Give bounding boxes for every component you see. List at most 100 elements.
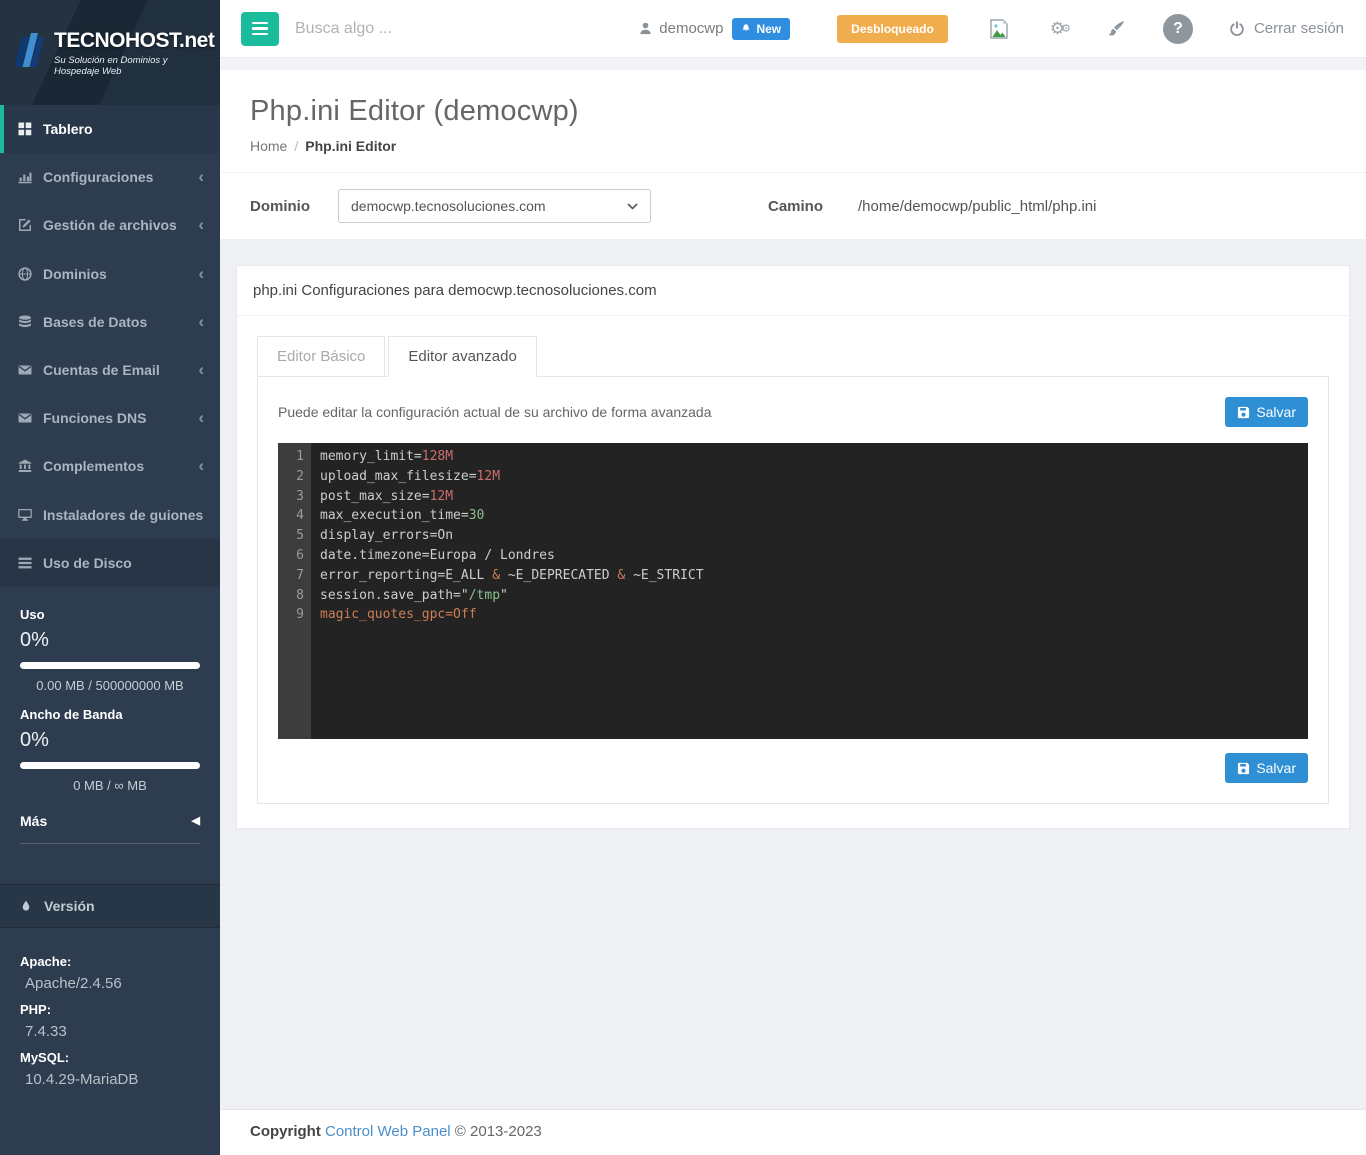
line-number: 7 bbox=[296, 567, 304, 583]
logo-tagline: Su Solución en Dominios y Hospedaje Web bbox=[54, 54, 168, 77]
logo-brand: TECNOHOST.net bbox=[54, 28, 215, 52]
user-menu[interactable]: democwp bbox=[639, 20, 723, 37]
bell-icon bbox=[742, 24, 751, 32]
control-web-panel-link[interactable]: Control Web Panel bbox=[325, 1123, 451, 1140]
sidebar-item-label: Uso de Disco bbox=[43, 554, 132, 571]
bandwidth-label: Ancho de Banda bbox=[20, 706, 123, 722]
code-line: date.timezone=Europa / Londres bbox=[320, 547, 555, 563]
sidebar: TECNOHOST.net Su Solución en Dominios y … bbox=[0, 0, 220, 1155]
version-label: MySQL: bbox=[20, 1049, 70, 1065]
line-number: 2 bbox=[296, 468, 304, 484]
domain-select[interactable]: democwp.tecnosoluciones.com bbox=[338, 189, 651, 223]
broken-image-icon[interactable] bbox=[988, 18, 1010, 40]
help-icon[interactable]: ? bbox=[1162, 13, 1193, 44]
sidebar-item-funciones-dns[interactable]: Funciones DNS ‹ bbox=[0, 394, 220, 442]
line-number: 6 bbox=[296, 547, 304, 563]
sidebar-item-label: Complementos bbox=[43, 458, 145, 475]
edit-icon bbox=[18, 218, 32, 232]
sidebar-item-complementos[interactable]: Complementos ‹ bbox=[0, 442, 220, 490]
tab-editor-b-sico[interactable]: Editor Básico bbox=[257, 336, 386, 377]
disk-usage-detail: 0.00 MB / 500000000 MB bbox=[36, 677, 184, 693]
tab-editor-avanzado[interactable]: Editor avanzado bbox=[388, 336, 537, 377]
line-number: 8 bbox=[296, 587, 304, 603]
chevron-left-icon: ‹ bbox=[198, 167, 204, 187]
sidebar-item-tablero[interactable]: Tablero bbox=[0, 105, 220, 154]
sidebar-item-configuraciones[interactable]: Configuraciones ‹ bbox=[0, 153, 220, 201]
sidebar-menu: Tablero Configuraciones ‹ Gestión de archiv… bbox=[0, 105, 220, 587]
settings-icon[interactable]: ⚙ ⚙ bbox=[1050, 19, 1071, 39]
theme-brush-icon[interactable] bbox=[1107, 20, 1125, 38]
version-value: 7.4.33 bbox=[25, 1022, 67, 1040]
code-line: max_execution_time=30 bbox=[320, 508, 485, 524]
chevron-down-icon bbox=[627, 202, 638, 210]
chevron-left-icon: ‹ bbox=[198, 215, 204, 235]
main-area: democwp New Desbloqueado ⚙⚙ bbox=[220, 0, 1366, 1155]
sidebar-item-uso-de-disco[interactable]: Uso de Disco bbox=[0, 538, 220, 587]
line-number: 9 bbox=[296, 607, 304, 623]
dashboard-icon bbox=[18, 122, 32, 136]
desktop-icon bbox=[18, 508, 32, 522]
version-header-label: Versión bbox=[44, 897, 95, 914]
logo-icon bbox=[12, 29, 48, 76]
drop-icon bbox=[20, 899, 32, 913]
page-title: Php.ini Editor (democwp) bbox=[250, 95, 579, 127]
code-line: session.save_path="/tmp" bbox=[320, 587, 508, 603]
editor-code-area[interactable]: memory_limit=128M upload_max_filesize=12M… bbox=[311, 443, 1308, 739]
bandwidth-progressbar bbox=[20, 761, 200, 769]
code-line: error_reporting=E_ALL & ~E_DEPRECATED & … bbox=[320, 567, 704, 583]
domain-bar: Dominio democwp.tecnosoluciones.com Cami… bbox=[220, 172, 1366, 239]
logout-button[interactable]: Cerrar sesión bbox=[1229, 20, 1344, 37]
sidebar-item-label: Instaladores de guiones bbox=[43, 506, 204, 523]
breadcrumb-separator: / bbox=[294, 138, 299, 154]
collapse-arrow-icon: ◀ bbox=[191, 815, 200, 828]
line-number: 3 bbox=[296, 488, 304, 504]
breadcrumb-current: Php.ini Editor bbox=[305, 138, 397, 154]
code-line: post_max_size=12M bbox=[320, 488, 454, 504]
logo[interactable]: TECNOHOST.net Su Solución en Dominios y … bbox=[0, 0, 220, 105]
copyright-label: Copyright bbox=[250, 1123, 321, 1140]
phpini-code-editor[interactable]: 1 2 3 4 5 6 7 8 9 memory_limit=128M upload_max_fi… bbox=[278, 443, 1308, 739]
globe-icon bbox=[18, 267, 32, 281]
sidebar-item-dominios[interactable]: Dominios ‹ bbox=[0, 250, 220, 298]
sidebar-item-label: Bases de Datos bbox=[43, 313, 148, 330]
envelope-icon bbox=[18, 363, 32, 377]
disk-usage-label: Uso bbox=[20, 606, 45, 622]
chevron-left-icon: ‹ bbox=[198, 408, 204, 428]
path-label: Camino bbox=[768, 197, 824, 215]
footer: Copyright Control Web Panel © 2013-2023 bbox=[220, 1109, 1366, 1155]
sidebar-item-label: Configuraciones bbox=[43, 169, 154, 186]
chevron-left-icon: ‹ bbox=[198, 456, 204, 476]
sidebar-item-label: Cuentas de Email bbox=[43, 361, 160, 378]
sidebar-item-label: Gestión de archivos bbox=[43, 217, 177, 234]
disk-usage-progressbar bbox=[20, 661, 200, 669]
bandwidth-detail: 0 MB / ∞ MB bbox=[73, 777, 147, 793]
more-toggle[interactable]: Más ◀ bbox=[20, 813, 200, 844]
line-number: 1 bbox=[296, 449, 304, 464]
sidebar-item-cuentas-de-email[interactable]: Cuentas de Email ‹ bbox=[0, 346, 220, 394]
envelope-icon bbox=[18, 411, 32, 425]
search-input[interactable] bbox=[295, 19, 545, 38]
breadcrumb: Home / Php.ini Editor bbox=[250, 138, 1350, 154]
breadcrumb-home-link[interactable]: Home bbox=[250, 138, 287, 154]
bank-icon bbox=[18, 459, 32, 473]
sidebar-item-label: Dominios bbox=[43, 265, 107, 282]
version-value: Apache/2.4.56 bbox=[25, 974, 122, 992]
advanced-editor-tab-content: Puede editar la configuración actual de … bbox=[257, 376, 1329, 804]
database-icon bbox=[18, 315, 32, 329]
save-button-bottom[interactable]: Salvar bbox=[1225, 753, 1308, 783]
sidebar-item-gesti-n-de-archivos[interactable]: Gestión de archivos ‹ bbox=[0, 201, 220, 249]
phpini-panel: php.ini Configuraciones para democwp.tec… bbox=[236, 265, 1350, 829]
unlocked-button[interactable]: Desbloqueado bbox=[837, 14, 948, 43]
floppy-disk-icon bbox=[1238, 762, 1250, 774]
user-icon bbox=[640, 22, 651, 35]
save-button-top[interactable]: Salvar bbox=[1225, 397, 1308, 427]
code-line: upload_max_filesize=12M bbox=[320, 468, 501, 484]
panel-heading: php.ini Configuraciones para democwp.tec… bbox=[237, 266, 1349, 316]
menu-toggle-button[interactable] bbox=[241, 11, 279, 46]
sidebar-item-bases-de-datos[interactable]: Bases de Datos ‹ bbox=[0, 298, 220, 346]
new-notifications-badge[interactable]: New bbox=[732, 17, 791, 40]
sidebar-item-instaladores-de-guiones[interactable]: Instaladores de guiones bbox=[0, 491, 220, 539]
topbar: democwp New Desbloqueado ⚙⚙ bbox=[220, 0, 1366, 58]
editor-description: Puede editar la configuración actual de … bbox=[278, 404, 712, 420]
code-line: magic_quotes_gpc=Off bbox=[320, 607, 477, 623]
